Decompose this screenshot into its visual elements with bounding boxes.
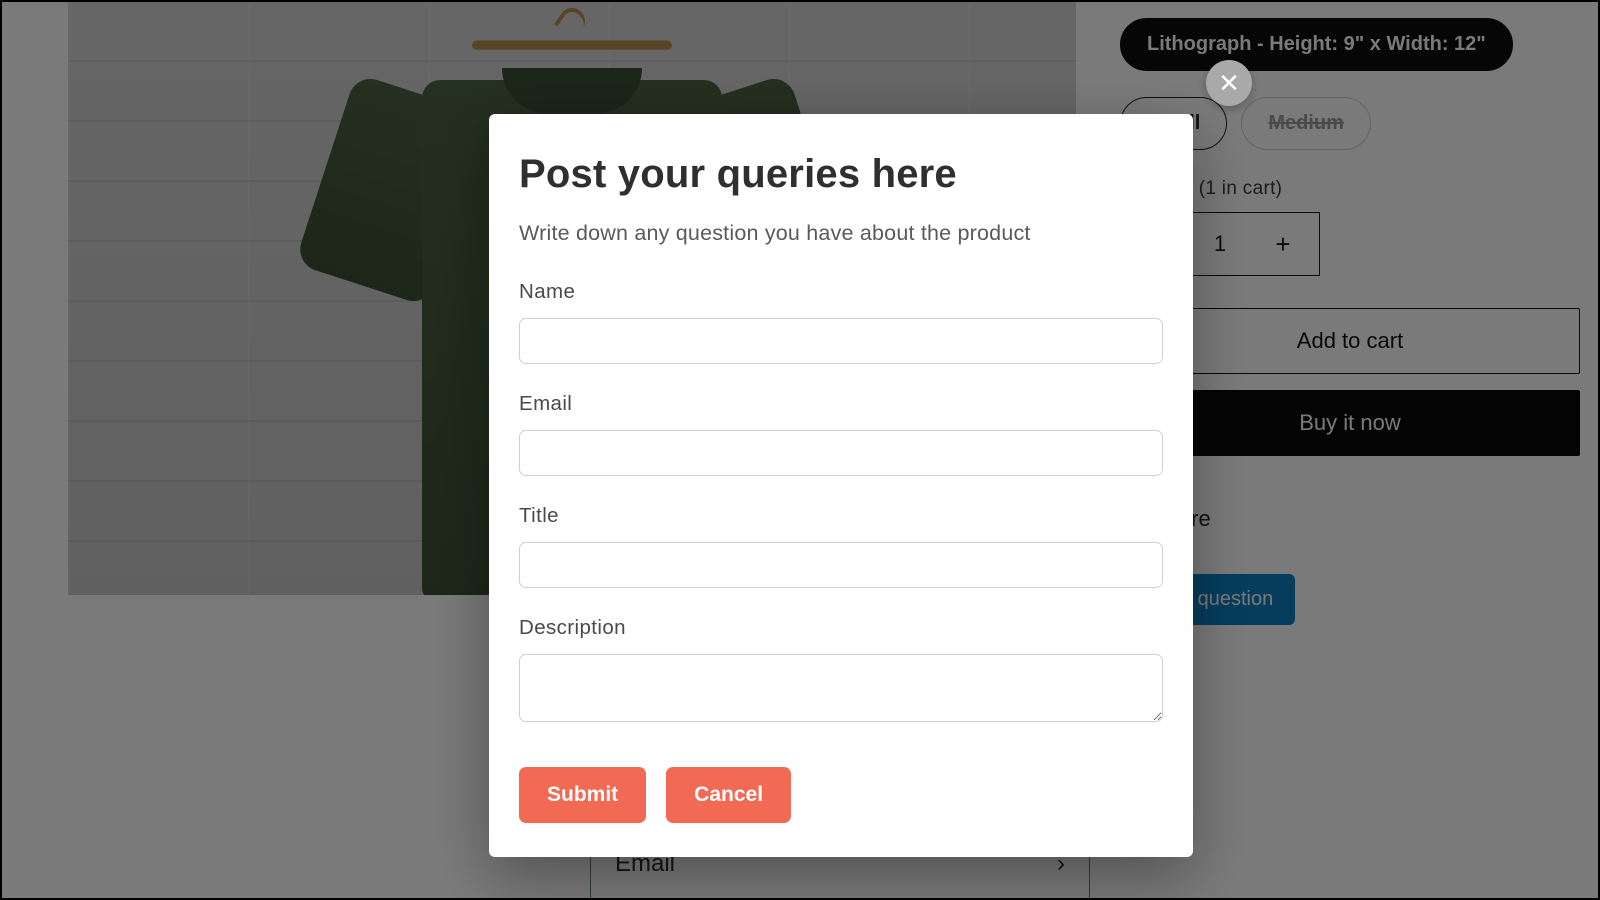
name-input[interactable] — [519, 318, 1163, 364]
query-modal: Post your queries here Write down any qu… — [489, 114, 1193, 857]
title-input[interactable] — [519, 542, 1163, 588]
submit-button[interactable]: Submit — [519, 767, 646, 823]
modal-subtitle: Write down any question you have about t… — [519, 221, 1163, 246]
name-label: Name — [519, 280, 1163, 304]
description-label: Description — [519, 616, 1163, 640]
modal-title: Post your queries here — [519, 152, 1163, 197]
cancel-button[interactable]: Cancel — [666, 767, 791, 823]
email-label: Email — [519, 392, 1163, 416]
email-input[interactable] — [519, 430, 1163, 476]
close-modal-button[interactable]: ✕ — [1206, 60, 1252, 106]
description-textarea[interactable] — [519, 654, 1163, 722]
close-icon: ✕ — [1218, 68, 1240, 99]
title-label: Title — [519, 504, 1163, 528]
